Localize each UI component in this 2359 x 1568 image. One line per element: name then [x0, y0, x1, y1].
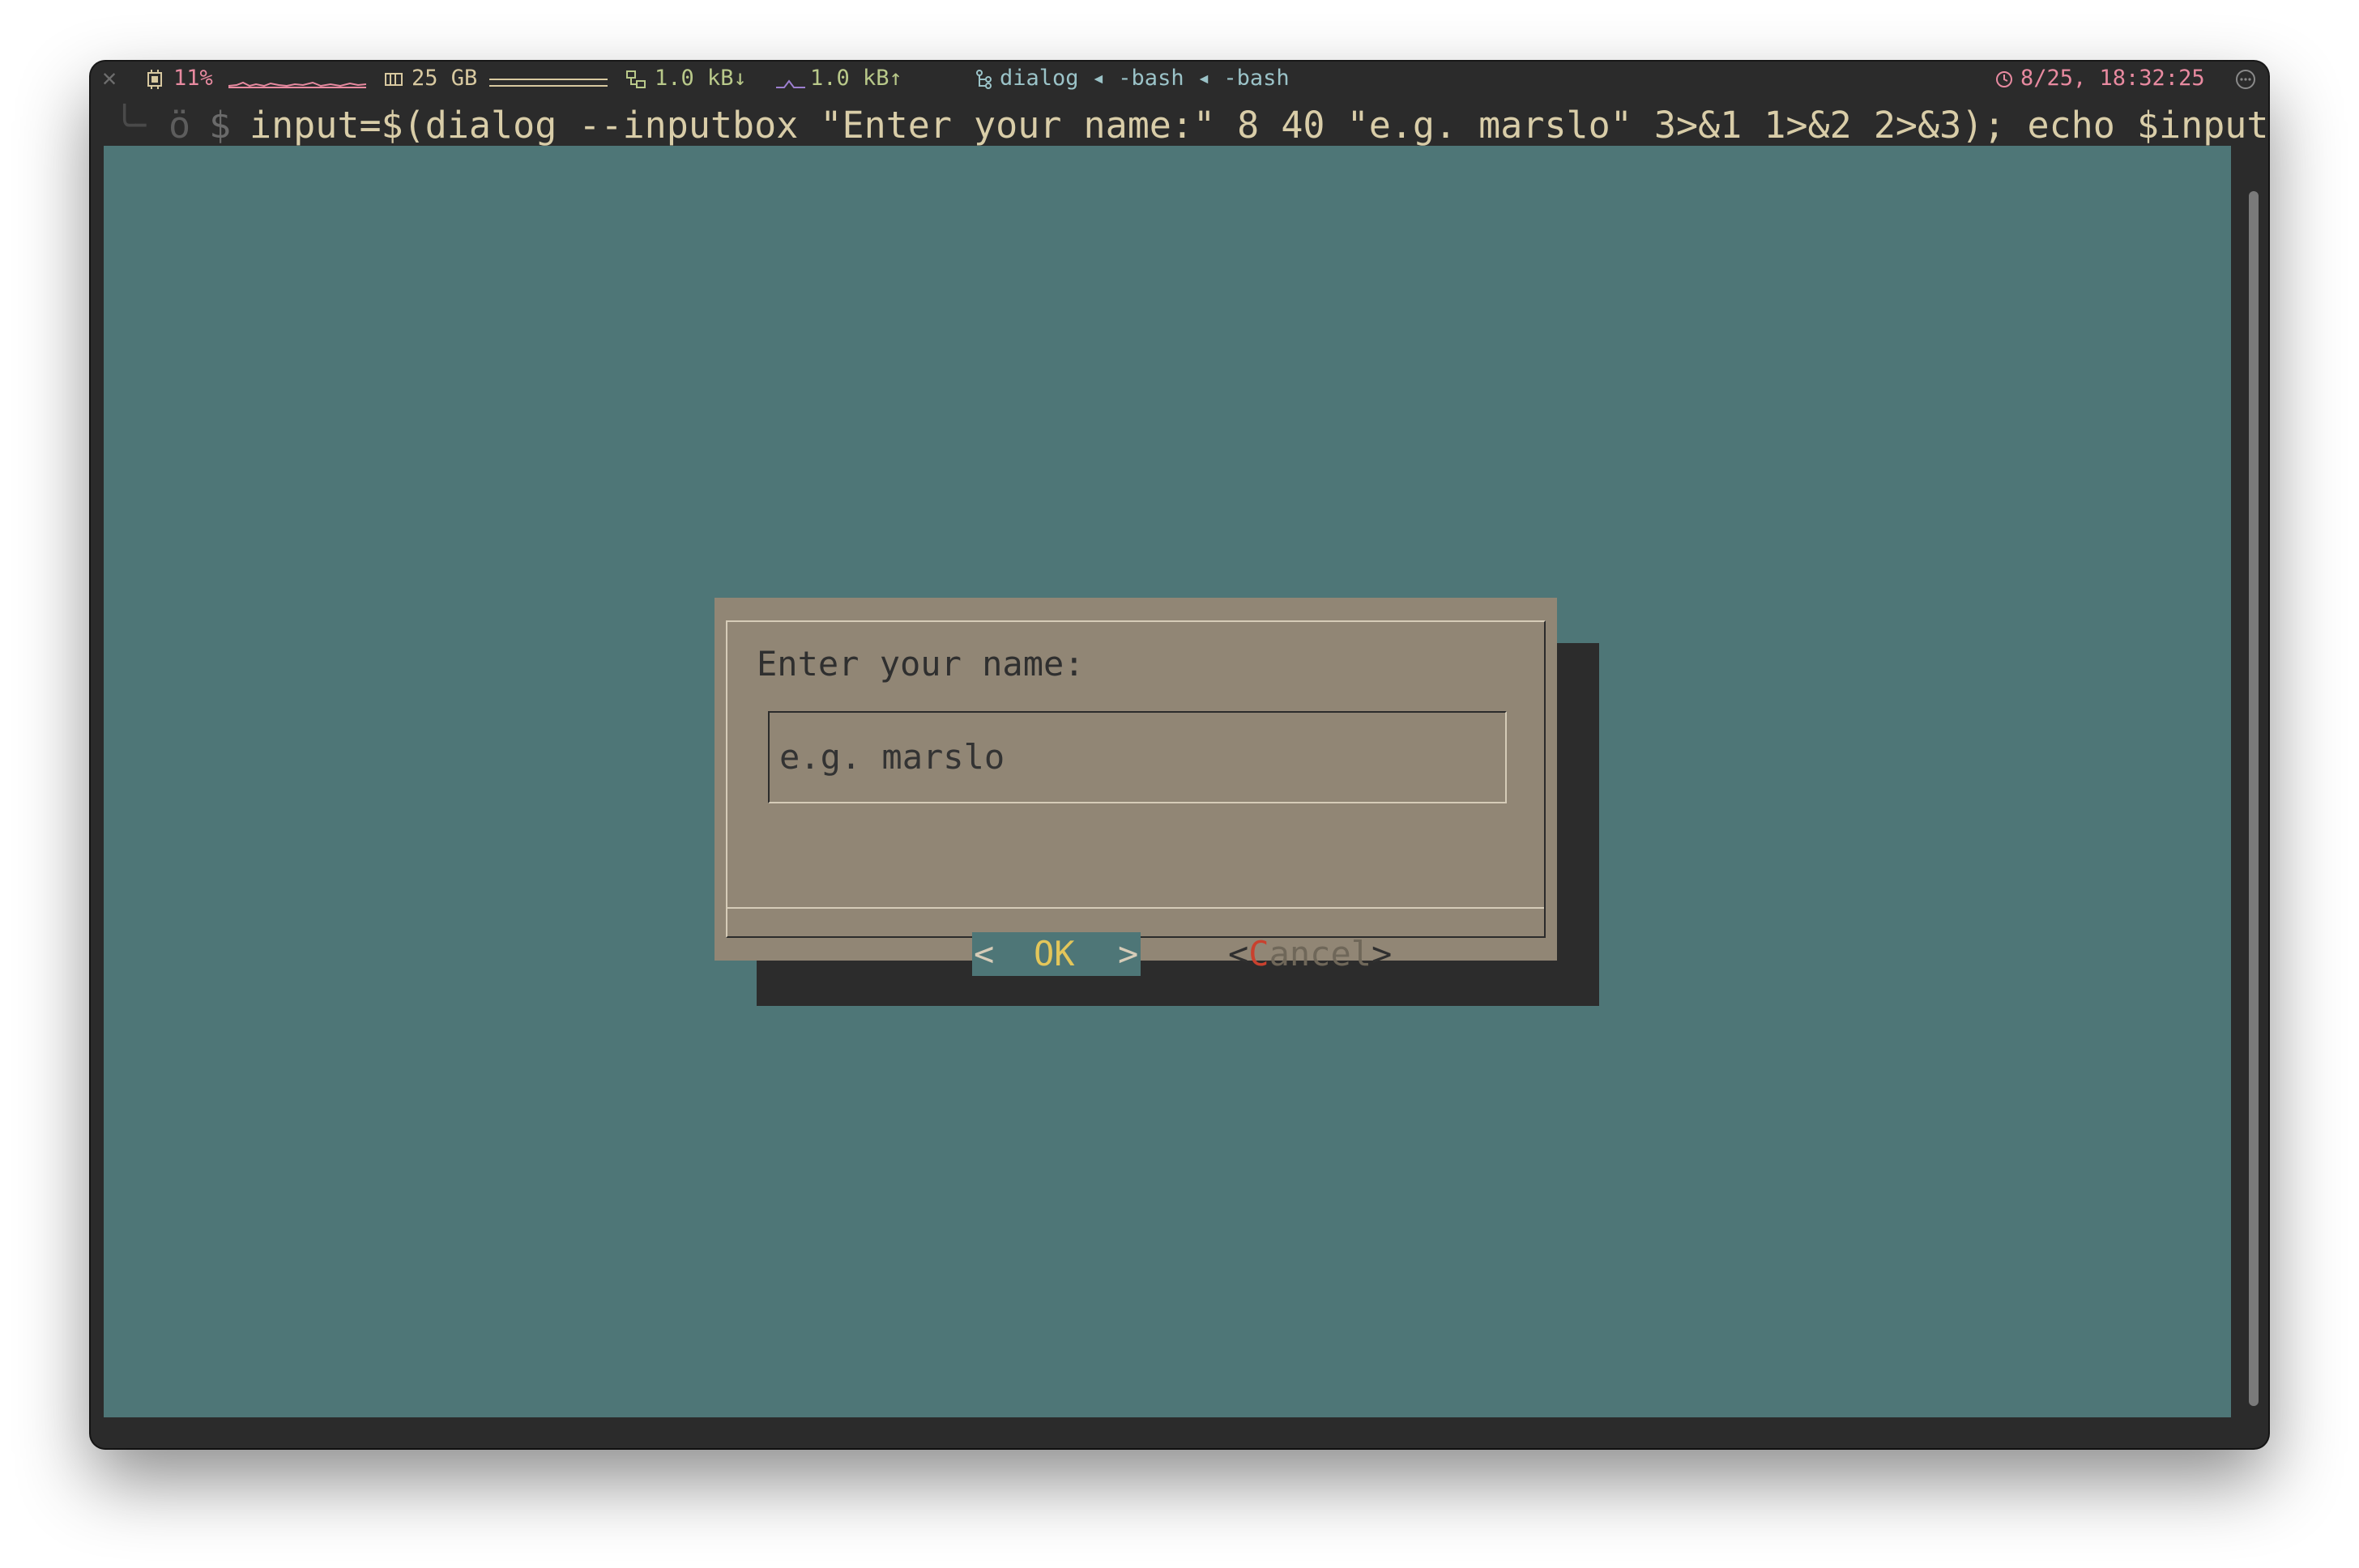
- clock-datetime: 8/25, 18:32:25: [2020, 66, 2205, 91]
- close-icon[interactable]: ✕: [102, 62, 117, 96]
- status-bar: ✕ 11% 25 GB 1.0 kB↓ 1.0 kB↑ dialog ◂ -ba…: [91, 62, 2268, 96]
- process-tree-icon: [975, 62, 993, 96]
- screen: ✕ 11% 25 GB 1.0 kB↓ 1.0 kB↑ dialog ◂ -ba…: [0, 0, 2359, 1568]
- download-rate: 1.0 kB↓: [655, 66, 747, 91]
- cancel-hotkey: C: [1248, 934, 1269, 974]
- cancel-left-bracket: <: [1228, 934, 1249, 974]
- ok-right-bracket: >: [1118, 934, 1139, 974]
- clock-icon: [1994, 62, 2014, 96]
- scrollbar-thumb[interactable]: [2249, 191, 2259, 1406]
- terminal-bottom-strip: [104, 1417, 2231, 1448]
- cpu-sparkline: [228, 81, 366, 88]
- inputbox-dialog: Enter your name: e.g. marslo < OK > <Can…: [715, 598, 1557, 976]
- dialog-prompt: Enter your name:: [757, 644, 1085, 684]
- network-icon: [625, 62, 648, 96]
- more-icon[interactable]: [2234, 62, 2257, 96]
- memory-usage: 25 GB: [412, 66, 478, 91]
- cpu-icon: [144, 62, 165, 96]
- memory-sparkline: [489, 79, 608, 87]
- ok-left-bracket: <: [974, 934, 995, 974]
- ok-button[interactable]: < OK >: [972, 932, 1141, 976]
- cancel-button[interactable]: <Cancel>: [1228, 932, 1406, 976]
- upload-rate: 1.0 kB↑: [810, 66, 902, 91]
- upload-sparkline: [776, 79, 805, 88]
- cancel-label-rest: ancel: [1269, 934, 1372, 974]
- process-chain: dialog ◂ -bash ◂ -bash: [1000, 66, 1290, 91]
- memory-icon: [384, 62, 403, 96]
- cancel-right-bracket: >: [1371, 934, 1393, 974]
- name-input[interactable]: e.g. marslo: [768, 711, 1507, 803]
- ok-label: OK: [1034, 934, 1075, 974]
- dialog-separator: [727, 907, 1544, 909]
- cpu-percent: 11%: [173, 66, 213, 91]
